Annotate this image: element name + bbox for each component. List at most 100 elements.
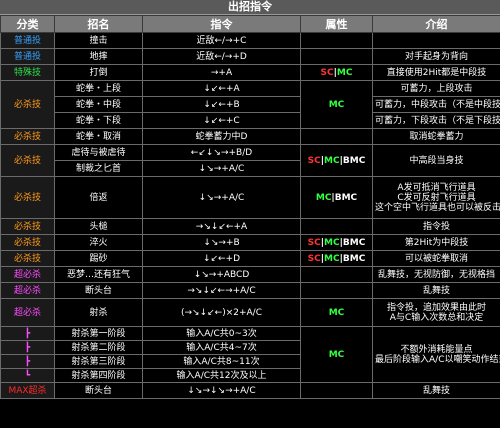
move-name: 断头台	[54, 382, 143, 399]
attr-mc: MC	[315, 192, 332, 203]
category-cell: 必杀技	[0, 128, 55, 145]
command-cell: ↓↙←+D	[142, 250, 301, 267]
description-cell: 乱舞技，无视防御，无视格挡	[372, 266, 500, 283]
command-cell: ↓↘→+ABCD	[142, 266, 301, 283]
category-cell: 特殊技	[0, 64, 55, 81]
description-line: C发可反射飞行道具	[397, 192, 476, 203]
move-name: 蛇拳・取消	[54, 128, 143, 145]
table-row: 超必杀 恶梦…还有狂气 ↓↘→+ABCD 乱舞技，无视防御，无视格挡	[0, 266, 500, 283]
table-row: 普通投 地摔 近敌←/→+D 对手起身为背向	[0, 48, 500, 65]
attr-sc: SC	[307, 253, 321, 264]
table-row: 蛇拳・中段 ↓↙←+B 可蓄力，中段攻击（不是中段技）	[1, 96, 500, 113]
header-move-name: 招名	[54, 15, 143, 33]
category-cell: ┣	[0, 340, 55, 355]
category-cell: ┣	[0, 326, 55, 341]
table-row: 普通投 撞击 近敌←/→+C	[0, 32, 500, 49]
attribute-cell: SC|MC|BMC	[300, 250, 373, 267]
description-line: 指令投，追加效果由此时	[386, 302, 486, 313]
attribute-cell: MC	[300, 80, 373, 129]
move-name: 头槌	[54, 218, 143, 235]
description-cell: 乱舞技	[372, 382, 500, 399]
header-command: 指令	[142, 15, 301, 33]
category-cell: ┣	[0, 354, 55, 369]
move-name: 打倒	[54, 64, 143, 81]
move-name: 虐待与被虐待	[54, 144, 143, 161]
table-row: MAX超杀 断头台 ↓↘→↓↘→+A/C 乱舞技	[0, 382, 500, 399]
sheet-title: 出招指令	[0, 0, 500, 15]
command-cell: 近敌←/→+D	[142, 48, 301, 65]
move-name: 射杀第四阶段	[54, 368, 143, 383]
description-line: 这个空中飞行道具也可以被反击	[375, 202, 500, 213]
table-row: 必杀技 踢砂 ↓↙←+D SC|MC|BMC 可以被蛇拳取消	[0, 250, 500, 267]
move-list-sheet: 出招指令 分类 招名 指令 属性 介绍 普通投 撞击 近敌←/→+C 普通投 地…	[0, 0, 500, 428]
table-row: 必杀技 头槌 →↘↓↙←+A 指令投	[0, 218, 500, 235]
move-name: 射杀第二阶段	[54, 340, 143, 355]
attribute-cell	[300, 218, 373, 235]
category-cell: 必杀技	[0, 234, 55, 251]
description-cell: 乱舞技	[372, 282, 500, 299]
command-cell: ↓↘→+A/C	[142, 176, 301, 219]
attribute-cell	[300, 32, 373, 49]
table-row: 必杀技 蛇拳・上段 ↓↙←+A MC 可蓄力，上段攻击	[0, 80, 500, 129]
attribute-cell	[300, 266, 373, 283]
attr-bmc: BMC	[342, 237, 366, 248]
description-line: 不额外消耗能量点	[400, 344, 473, 355]
header-category: 分类	[0, 15, 55, 33]
attribute-cell	[300, 382, 373, 399]
attribute-cell	[300, 128, 373, 145]
command-cell: 输入A/C共12次及以上	[142, 368, 301, 383]
move-name: 地摔	[54, 48, 143, 65]
attr-sc: SC	[307, 237, 321, 248]
category-cell: 必杀技	[0, 218, 55, 235]
command-cell: 近敌←/→+C	[142, 32, 301, 49]
attribute-cell: SC|MC	[300, 64, 373, 81]
table-row: 必杀技 淬火 ↓↘→+B SC|MC|BMC 第2Hit为中段技	[0, 234, 500, 251]
table-row: 必杀技 虐待与被虐待 ←↙↓↘→+B/D SC|MC|BMC 中高段当身技	[0, 144, 500, 177]
description-cell: 不额外消耗能量点 最后阶段输入A/C以嘲笑动作结束	[372, 326, 500, 383]
category-cell: 必杀技	[0, 176, 55, 219]
command-cell: 输入A/C共8~11次	[142, 354, 301, 369]
category-cell: ┗	[0, 368, 55, 383]
description-cell: A发可抵消飞行道具 C发可反射飞行道具 这个空中飞行道具也可以被反击	[372, 176, 500, 219]
description-cell: 指令投，追加效果由此时 A与C输入次数总和决定	[372, 298, 500, 327]
table-row: 必杀技 倍返 ↓↘→+A/C MC|BMC A发可抵消飞行道具 C发可反射飞行道具…	[0, 176, 500, 219]
description-cell: 第2Hit为中段技	[372, 234, 500, 251]
description-cell: 指令投	[372, 218, 500, 235]
attr-mc: MC	[324, 155, 340, 166]
move-name: 倍返	[54, 176, 143, 219]
description-cell: 对手起身为背向	[372, 48, 500, 65]
move-name: 制裁之匕首	[54, 160, 143, 177]
header-description: 介绍	[372, 15, 500, 33]
description-cell: 可蓄力，中段攻击（不是中段技）	[372, 96, 500, 113]
description-cell: 可蓄力，下段攻击（不是下段技）	[372, 112, 500, 129]
command-cell: ↓↙←+A	[142, 80, 301, 97]
move-name: 断头台	[54, 282, 143, 299]
table-row: 超必杀 射杀 (→↘↓↙←)×2+A/C MC 指令投，追加效果由此时 A与C输入…	[0, 298, 500, 327]
command-cell: (→↘↓↙←)×2+A/C	[142, 298, 301, 327]
command-cell: 输入A/C共0~3次	[142, 326, 301, 341]
attribute-cell: MC	[300, 326, 373, 383]
header-row: 分类 招名 指令 属性 介绍	[0, 15, 500, 33]
command-cell: ↓↙←+B	[142, 96, 301, 113]
table-row: 蛇拳・下段 ↓↙←+C 可蓄力，下段攻击（不是下段技）	[1, 112, 500, 129]
table-row: 必杀技 蛇拳・取消 蛇拳蓄力中D 取消蛇拳蓄力	[0, 128, 500, 145]
category-cell: 必杀技	[0, 250, 55, 267]
category-cell: 必杀技	[0, 144, 55, 177]
move-name: 蛇拳・中段	[54, 96, 143, 113]
move-name: 射杀第三阶段	[54, 354, 143, 369]
attribute-cell: SC|MC|BMC	[300, 234, 373, 251]
move-name: 蛇拳・上段	[54, 80, 143, 97]
command-cell: 蛇拳蓄力中D	[142, 128, 301, 145]
attr-mc: MC	[324, 237, 340, 248]
table-row: ┣ 射杀第一阶段 输入A/C共0~3次 MC 不额外消耗能量点 最后阶段输入A/C…	[0, 326, 500, 383]
attribute-cell	[300, 282, 373, 299]
attr-sc: SC	[320, 67, 334, 78]
description-line: 最后阶段输入A/C以嘲笑动作结束	[375, 354, 500, 365]
command-cell: →↘↓↙←→+A/C	[142, 282, 301, 299]
category-cell: 超必杀	[0, 298, 55, 327]
attr-bmc: BMC	[334, 192, 358, 203]
move-name: 恶梦…还有狂气	[54, 266, 143, 283]
description-cell: 可以被蛇拳取消	[372, 250, 500, 267]
description-cell: 可蓄力，上段攻击	[372, 80, 500, 97]
description-cell: 直接使用2Hit都是中段技	[372, 64, 500, 81]
